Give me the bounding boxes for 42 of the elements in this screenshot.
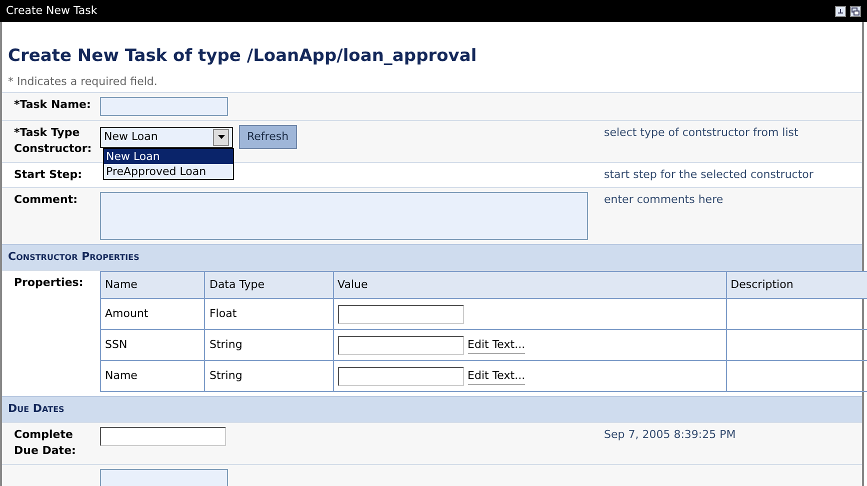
field-label: *Task Name:	[14, 98, 91, 111]
window-title: Create New Task	[6, 2, 98, 19]
field-label: Properties:	[14, 276, 84, 289]
column-header: Description	[726, 271, 867, 299]
section-header: Due Dates	[2, 396, 862, 422]
column-header: Name	[100, 271, 205, 299]
text-input[interactable]	[100, 96, 228, 116]
edit-text-link[interactable]: Edit Text...	[468, 336, 526, 354]
hint-text: enter comments here	[604, 193, 724, 206]
field-label: Complete Due Date:	[14, 428, 76, 458]
edit-text-link[interactable]: Edit Text...	[468, 368, 526, 386]
value-input[interactable]	[338, 336, 464, 355]
section-header: Constructor Properties	[2, 244, 862, 270]
table-cell: Amount	[100, 298, 205, 330]
table-cell: Float	[204, 298, 334, 330]
dropdown-option[interactable]: New Loan	[104, 148, 233, 164]
hint-text: start step for the selected constructor	[604, 168, 814, 181]
field-label: Comment:	[14, 193, 78, 206]
column-header: Data Type	[204, 271, 334, 299]
table-cell: String	[204, 360, 334, 392]
refresh-button[interactable]: Refresh	[239, 124, 297, 150]
table-cell: Name	[100, 360, 205, 392]
text-input[interactable]	[100, 426, 226, 446]
required-note: * Indicates a required field.	[7, 74, 158, 90]
minimize-icon[interactable]	[835, 6, 846, 16]
restore-icon[interactable]	[850, 6, 861, 16]
page-heading: Create New Task of type /LoanApp/loan_approval	[7, 45, 478, 66]
table-cell: SSN	[100, 330, 205, 361]
comment-field[interactable]	[100, 192, 588, 240]
field-label: Start Step:	[14, 168, 82, 181]
value-input[interactable]	[338, 304, 464, 324]
field-label: *Task Type Constructor:	[14, 126, 92, 156]
table-cell: String	[204, 330, 334, 361]
dropdown-option[interactable]: PreApproved Loan	[104, 164, 233, 179]
hint-text: Sep 7, 2005 8:39:25 PM	[604, 428, 736, 441]
caret-icon	[218, 135, 224, 140]
value-input[interactable]	[338, 366, 464, 386]
constructor-dropdown[interactable]: New Loan	[100, 126, 233, 148]
hint-text: select type of contstructor from list	[604, 126, 798, 139]
text-input[interactable]	[100, 468, 228, 486]
column-header: Value	[333, 271, 726, 299]
dropdown-value: New Loan	[104, 128, 158, 145]
